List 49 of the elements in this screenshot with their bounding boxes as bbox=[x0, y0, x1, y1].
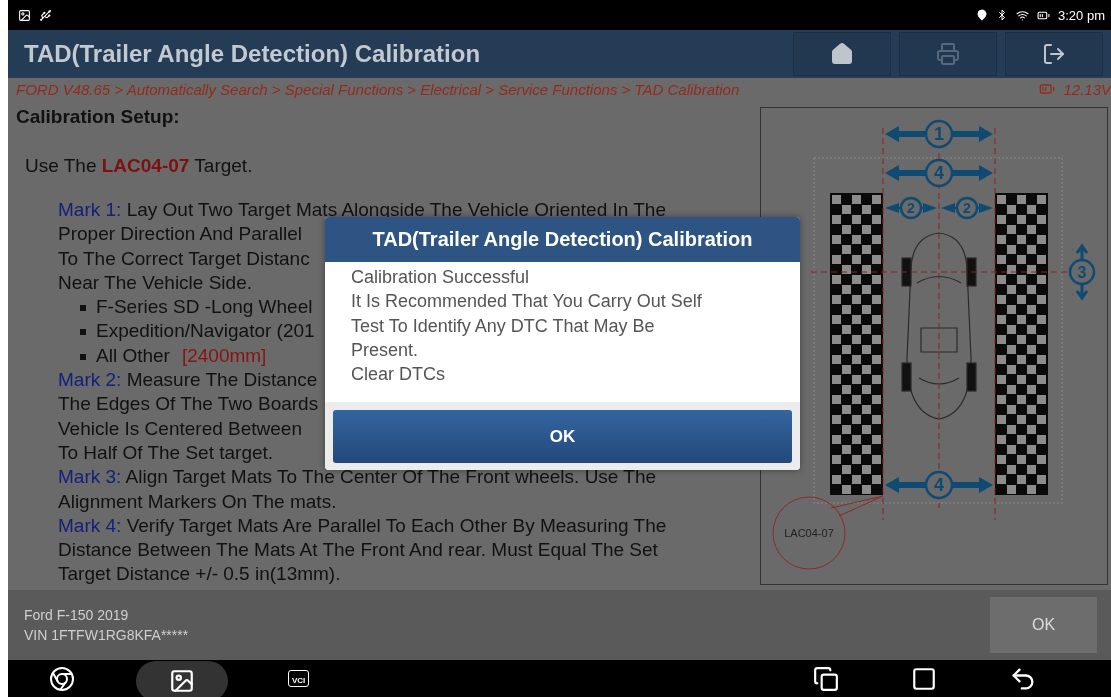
target-instruction: Use The LAC04-07 Target. bbox=[25, 155, 253, 177]
location-icon bbox=[976, 9, 988, 21]
vin-number: VIN 1FTFW1RG8KFA***** bbox=[24, 627, 189, 643]
instruction-line: Vehicle Is Centered Between bbox=[58, 416, 302, 441]
dialog-message: Calibration Successful bbox=[351, 266, 530, 289]
wifi-icon bbox=[1016, 8, 1029, 22]
exit-icon bbox=[1042, 42, 1066, 66]
ok-button[interactable]: OK bbox=[990, 597, 1097, 653]
breadcrumb-path: FORD V48.65 > Automatically Search > Special Functions > Electrical > Service Functions > TAD Calibration bbox=[16, 80, 740, 98]
printer-icon bbox=[936, 42, 960, 66]
recent-apps-button[interactable] bbox=[813, 665, 839, 692]
instruction-line: Alignment Markers On The mats. bbox=[58, 489, 337, 514]
instruction-line: Target Distance +/- 0.5 in(13mm). bbox=[58, 562, 341, 587]
print-button[interactable] bbox=[899, 32, 997, 76]
instruction-line: To Half Of The Set target. bbox=[58, 440, 274, 465]
gallery-icon bbox=[169, 667, 195, 694]
instruction-line: To The Correct Target Distanc bbox=[58, 246, 310, 271]
bluetooth-icon bbox=[996, 9, 1008, 21]
home-button[interactable] bbox=[793, 32, 891, 76]
instruction-line: The Edges Of The Two Boards bbox=[58, 392, 319, 417]
home-nav-button[interactable] bbox=[911, 665, 937, 692]
exit-button[interactable] bbox=[1005, 32, 1103, 76]
image-icon bbox=[18, 8, 31, 22]
ok-button[interactable]: OK bbox=[333, 410, 792, 463]
dialog-message: Test To Identify Any DTC That May Be bbox=[351, 314, 655, 338]
bullet-item: Expedition/Navigator (201 bbox=[80, 319, 315, 344]
bullet-item: All Other [2400mm] bbox=[80, 343, 267, 369]
page-title: TAD(Trailer Angle Detection) Calibration bbox=[24, 40, 481, 68]
instruction-line: Distance Between The Mats At The Front And rear. Must Equal The Set bbox=[58, 538, 658, 563]
dialog-message: It Is Recommended That You Carry Out Self bbox=[351, 290, 702, 314]
battery-voltage-icon bbox=[1039, 81, 1056, 97]
target-callout: LAC04-07 bbox=[772, 495, 884, 570]
home-icon bbox=[830, 42, 854, 66]
vci-button[interactable]: VCI bbox=[288, 670, 310, 687]
instruction-line: Near The Vehicle Side. bbox=[58, 270, 252, 295]
browser-button[interactable] bbox=[48, 664, 76, 693]
section-heading: Calibration Setup: bbox=[16, 106, 180, 128]
clock-time: 3:20 pm bbox=[1058, 7, 1105, 23]
instruction-line: Mark 4: Verify Target Mats Are Parallel To Each Other By Measuring The bbox=[58, 513, 667, 538]
dialog-message: Clear DTCs bbox=[351, 363, 445, 387]
dialog-message: Present. bbox=[351, 338, 419, 362]
instruction-line: Mark 3: Align Target Mats To The Center Of The Front wheels. Use The bbox=[58, 465, 657, 490]
usb-icon bbox=[39, 8, 52, 22]
vehicle-name: Ford F-150 2019 bbox=[24, 607, 130, 623]
instruction-line: Proper Direction And Parallel bbox=[58, 222, 302, 247]
dialog-title: TAD(Trailer Angle Detection) Calibration bbox=[325, 217, 800, 262]
bullet-item: F-Series SD -Long Wheel bbox=[80, 295, 313, 320]
instruction-line: Mark 2: Measure The Distance bbox=[58, 368, 318, 393]
gallery-button[interactable] bbox=[136, 660, 228, 697]
